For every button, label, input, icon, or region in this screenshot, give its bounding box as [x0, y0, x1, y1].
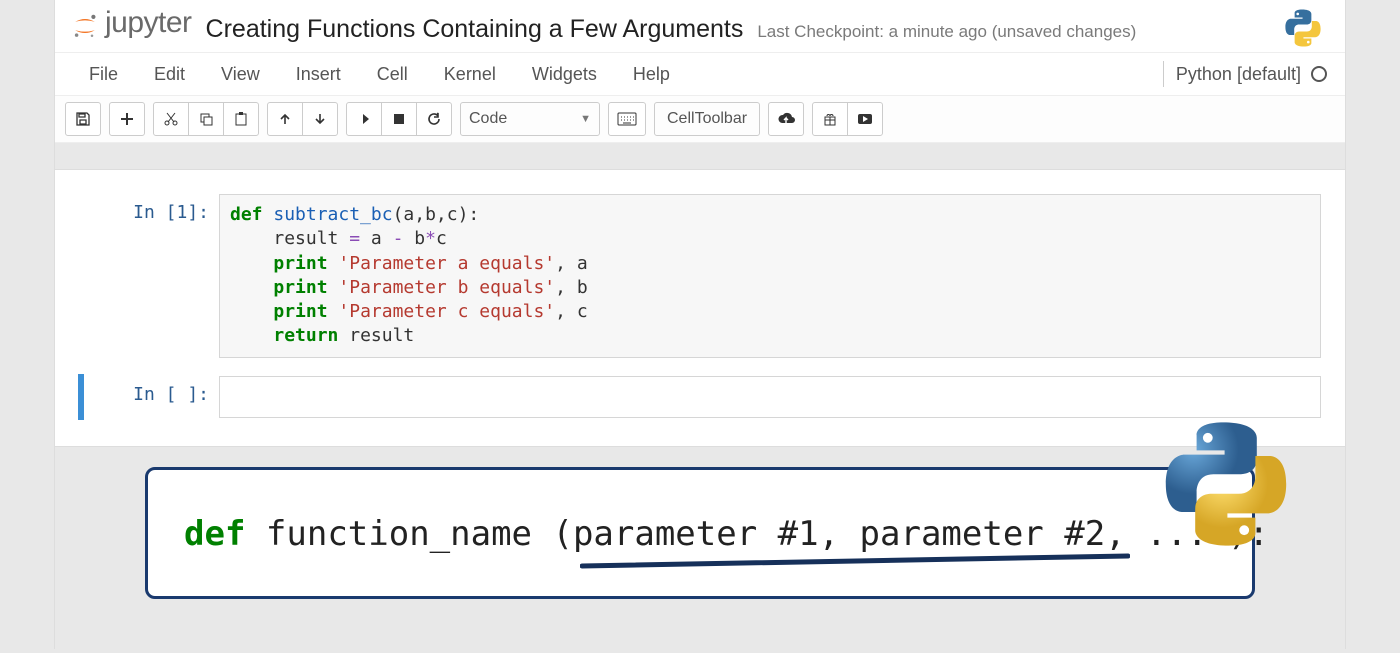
input-prompt: In [1]: [79, 194, 219, 358]
chevron-down-icon: ▼ [580, 113, 591, 125]
syntax-illustration: def function_name (parameter #1, paramet… [145, 467, 1255, 599]
restart-icon [426, 111, 442, 127]
menubar: File Edit View Insert Cell Kernel Widget… [55, 52, 1345, 96]
menu-insert[interactable]: Insert [278, 54, 359, 95]
stop-icon [393, 113, 405, 125]
keyboard-button[interactable] [608, 102, 646, 136]
add-cell-button[interactable] [109, 102, 145, 136]
notebook-container: jupyter Creating Functions Containing a … [54, 0, 1346, 649]
video-button[interactable] [847, 102, 883, 136]
run-button[interactable] [346, 102, 382, 136]
cell-type-value: Code [469, 110, 507, 128]
cloud-button[interactable] [768, 102, 804, 136]
gift-button[interactable] [812, 102, 848, 136]
kernel-idle-icon [1311, 66, 1327, 82]
kernel-name: Python [default] [1176, 64, 1301, 85]
notebook-title[interactable]: Creating Functions Containing a Few Argu… [206, 15, 744, 44]
jupyter-icon [71, 12, 99, 40]
code-input[interactable] [219, 376, 1321, 418]
jupyter-logo-text: jupyter [105, 6, 192, 40]
syntax-function-name: function_name [266, 514, 532, 554]
syntax-def-keyword: def [184, 514, 245, 554]
save-button[interactable] [65, 102, 101, 136]
move-up-button[interactable] [267, 102, 303, 136]
run-icon [357, 112, 371, 126]
paste-icon [233, 111, 249, 127]
move-down-button[interactable] [302, 102, 338, 136]
kernel-status: Python [default] [1163, 61, 1327, 87]
code-input[interactable]: def subtract_bc(a,b,c): result = a - b*c… [219, 194, 1321, 358]
video-icon [857, 113, 873, 125]
restart-button[interactable] [416, 102, 452, 136]
keyboard-icon [617, 112, 637, 126]
extra-group [812, 102, 883, 136]
menu-widgets[interactable]: Widgets [514, 54, 615, 95]
copy-icon [198, 111, 214, 127]
code-cell[interactable]: In [1]: def subtract_bc(a,b,c): result =… [79, 192, 1321, 360]
jupyter-logo[interactable]: jupyter [71, 6, 192, 40]
move-group [267, 102, 338, 136]
underline-icon [580, 552, 1130, 572]
python-logo-icon [1281, 6, 1325, 50]
copy-button[interactable] [188, 102, 224, 136]
python-logo-icon [1156, 414, 1296, 554]
arrow-down-icon [313, 112, 327, 126]
arrow-up-icon [278, 112, 292, 126]
stop-button[interactable] [381, 102, 417, 136]
notebook-header: jupyter Creating Functions Containing a … [55, 0, 1345, 52]
edit-group [153, 102, 259, 136]
run-group [346, 102, 452, 136]
checkpoint-text: Last Checkpoint: a minute ago (unsaved c… [757, 22, 1136, 42]
cloud-upload-icon [777, 112, 795, 126]
paste-button[interactable] [223, 102, 259, 136]
code-cell[interactable]: In [ ]: [79, 374, 1321, 420]
cut-button[interactable] [153, 102, 189, 136]
notebook-body: In [1]: def subtract_bc(a,b,c): result =… [55, 143, 1345, 649]
menu-file[interactable]: File [71, 54, 136, 95]
cut-icon [163, 111, 179, 127]
menu-help[interactable]: Help [615, 54, 688, 95]
cell-toolbar-button[interactable]: CellToolbar [654, 102, 760, 136]
toolbar: Code ▼ CellToolbar [55, 96, 1345, 143]
cell-type-select[interactable]: Code ▼ [460, 102, 600, 136]
save-icon [75, 111, 91, 127]
menu-cell[interactable]: Cell [359, 54, 426, 95]
add-icon [120, 112, 134, 126]
menu-edit[interactable]: Edit [136, 54, 203, 95]
menu-kernel[interactable]: Kernel [426, 54, 514, 95]
gift-icon [823, 112, 837, 126]
menu-view[interactable]: View [203, 54, 278, 95]
notebook-inner: In [1]: def subtract_bc(a,b,c): result =… [55, 169, 1345, 447]
input-prompt: In [ ]: [79, 376, 219, 418]
